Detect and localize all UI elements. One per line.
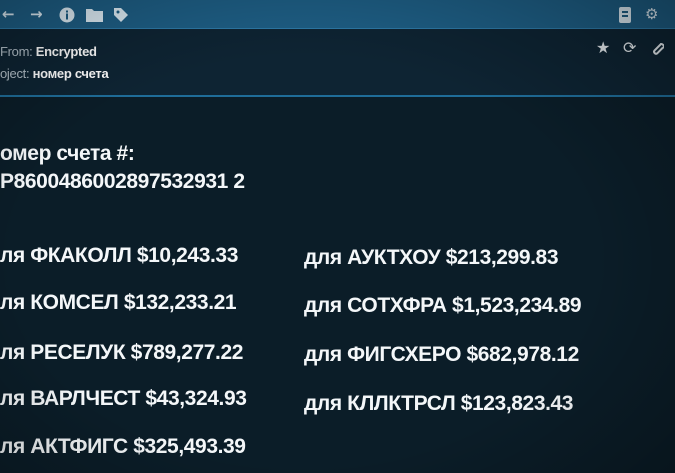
payment-left-5: ля АКТФИГС $325,493.39 [0,435,246,458]
info-icon[interactable] [59,4,75,24]
gear-icon[interactable]: ⚙ [645,4,658,24]
payment-right-1: для АУКТХОУ $213,299.83 [304,246,559,269]
tag-icon[interactable] [113,4,129,24]
payment-right-2: для СОТХФРА $1,523,234.89 [304,294,582,317]
refresh-icon[interactable]: ⟳ [623,38,636,58]
bookmark-icon[interactable] [618,4,632,24]
folder-icon[interactable] [86,4,103,24]
paperclip-icon[interactable] [650,38,665,58]
message-header: From: Encrypted oject: номер счета [0,29,675,95]
mail-toolbar: ← → ⚙ [0,0,675,29]
subject-label: oject: [0,66,30,81]
forward-arrow-icon[interactable]: → [30,4,43,24]
subject-value: номер счета [32,66,109,81]
payment-left-3: ля РЕСЕЛУК $789,277.22 [0,341,244,364]
header-divider [0,95,675,97]
payment-right-3: для ФИГСХЕРО $682,978.12 [304,343,579,366]
payment-right-4: для КЛЛКТРСЛ $123,823.43 [304,392,574,415]
star-icon[interactable]: ★ [596,38,610,58]
from-value[interactable]: Encrypted [36,44,97,59]
from-label: From: [0,44,33,59]
account-number: P8600486002897532931 2 [0,170,245,193]
back-arrow-icon[interactable]: ← [2,4,15,24]
payment-left-4: ля ВАРЛЧЕСТ $43,324.93 [0,387,247,410]
account-heading: омер счета #: [0,142,135,165]
subject-row: oject: номер счета [0,66,109,81]
payment-left-1: ля ФКАКОЛЛ $10,243.33 [0,244,238,267]
payment-left-2: ля КОМСЕЛ $132,233.21 [0,291,237,314]
from-row: From: Encrypted [0,44,97,59]
